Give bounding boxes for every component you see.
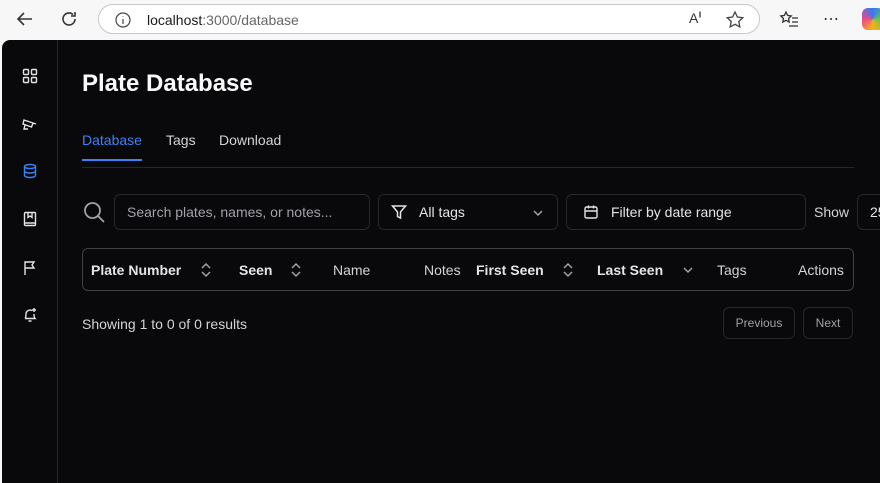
favorites-list-icon[interactable] bbox=[778, 8, 800, 30]
page-size-value: 25 bbox=[870, 204, 880, 220]
chevron-down-icon[interactable] bbox=[681, 262, 695, 278]
tab-download[interactable]: Download bbox=[219, 132, 281, 159]
column-notes: Notes bbox=[424, 262, 461, 278]
info-icon[interactable] bbox=[115, 12, 131, 28]
camera-icon[interactable] bbox=[20, 114, 40, 134]
database-icon[interactable] bbox=[20, 161, 40, 181]
search-placeholder: Search plates, names, or notes... bbox=[127, 204, 333, 220]
column-plate-number[interactable]: Plate Number bbox=[91, 262, 181, 278]
search-input[interactable]: Search plates, names, or notes... bbox=[114, 194, 370, 230]
date-range-button[interactable]: Filter by date range bbox=[566, 194, 806, 230]
tab-tags[interactable]: Tags bbox=[166, 132, 196, 159]
bookmark-book-icon[interactable] bbox=[20, 209, 40, 229]
dashboard-icon[interactable] bbox=[20, 66, 40, 86]
column-actions: Actions bbox=[798, 262, 844, 278]
bell-plus-icon[interactable] bbox=[20, 305, 40, 325]
column-last-seen[interactable]: Last Seen bbox=[597, 262, 663, 278]
column-name: Name bbox=[333, 262, 371, 278]
app-window: Plate Database Database Tags Download Se… bbox=[2, 40, 880, 483]
results-summary: Showing 1 to 0 of 0 results bbox=[82, 316, 247, 332]
browser-toolbar: localhost:3000/database A‖ ⋯ bbox=[0, 0, 880, 38]
read-aloud-icon[interactable]: A‖ bbox=[689, 10, 702, 26]
back-icon[interactable] bbox=[12, 6, 38, 32]
favorite-star-icon[interactable] bbox=[725, 10, 745, 30]
chevron-down-icon bbox=[533, 210, 543, 217]
flag-icon[interactable] bbox=[20, 258, 40, 278]
url-text: localhost:3000/database bbox=[147, 12, 299, 28]
filter-icon bbox=[391, 205, 407, 220]
page-title: Plate Database bbox=[82, 70, 253, 97]
plates-table-header: Plate Number Seen Name Notes First Seen … bbox=[82, 248, 854, 291]
column-first-seen[interactable]: First Seen bbox=[476, 262, 544, 278]
refresh-icon[interactable] bbox=[56, 6, 82, 32]
column-seen[interactable]: Seen bbox=[239, 262, 272, 278]
sidebar bbox=[2, 40, 58, 483]
more-options-icon[interactable]: ⋯ bbox=[820, 8, 842, 30]
page-size-select[interactable]: 25 bbox=[857, 194, 880, 230]
calendar-icon bbox=[584, 205, 598, 219]
tab-database[interactable]: Database bbox=[82, 132, 142, 161]
show-label: Show bbox=[814, 204, 850, 220]
address-bar[interactable]: localhost:3000/database A‖ bbox=[98, 4, 760, 34]
tags-filter-value: All tags bbox=[419, 204, 465, 220]
next-button[interactable]: Next bbox=[803, 307, 853, 339]
search-icon bbox=[84, 202, 105, 223]
tab-bar: Database Tags Download bbox=[82, 130, 854, 168]
sort-icon[interactable] bbox=[561, 262, 575, 278]
sort-icon[interactable] bbox=[289, 262, 303, 278]
tags-filter-select[interactable]: All tags bbox=[378, 194, 558, 230]
sort-icon[interactable] bbox=[199, 262, 213, 278]
previous-button[interactable]: Previous bbox=[723, 307, 795, 339]
copilot-icon[interactable] bbox=[862, 8, 880, 30]
column-tags: Tags bbox=[717, 262, 747, 278]
date-range-label: Filter by date range bbox=[611, 204, 732, 220]
